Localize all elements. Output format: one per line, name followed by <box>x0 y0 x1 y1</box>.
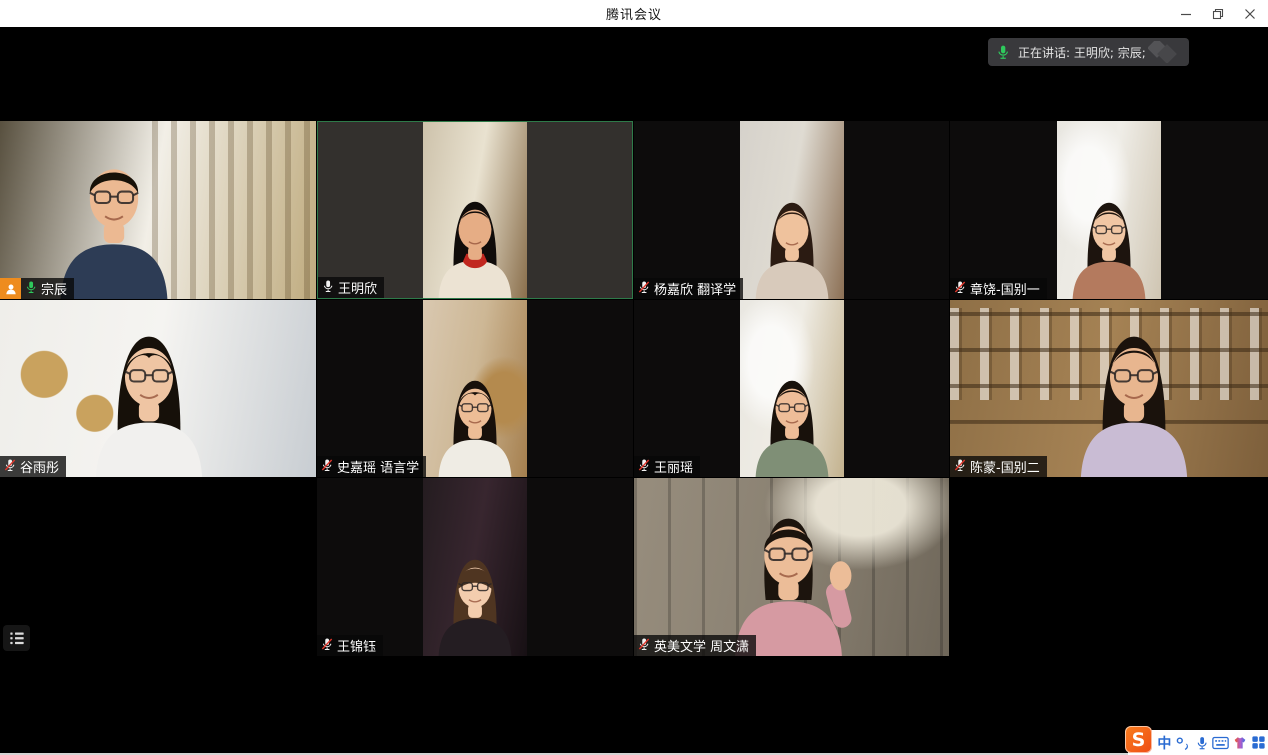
participant-name-label: 谷雨彤 <box>0 456 66 477</box>
participant-labelrow: 英美文学 周文潇 <box>634 635 756 656</box>
participant-video <box>740 121 844 299</box>
chinese-mode-icon: 中 <box>1157 733 1171 753</box>
mic-status-icon <box>637 280 651 298</box>
titlebar: 腾讯会议 <box>0 0 1268 27</box>
mic-status-icon <box>953 280 967 298</box>
participant-video <box>423 478 527 656</box>
participant-name: 章饶-国别一 <box>970 279 1040 298</box>
tencent-meeting-window: { "window": { "title": "腾讯会议" }, "toast"… <box>0 0 1268 755</box>
participant-video <box>423 300 527 477</box>
speaking-toast-text: 正在讲话: 王明欣; 宗辰; <box>1018 44 1146 61</box>
participant-labelrow: 王锦钰 <box>317 635 383 656</box>
participant-video <box>0 121 316 299</box>
participant-name-label: 史嘉瑶 语言学 <box>317 456 426 477</box>
participant-tile[interactable]: 史嘉瑶 语言学 <box>317 300 633 477</box>
participant-tile[interactable]: 宗辰 <box>0 121 316 299</box>
minimize-icon <box>1180 8 1192 20</box>
participant-name-label: 王锦钰 <box>317 635 383 656</box>
ime-language-toggle[interactable]: 中 <box>1155 730 1174 755</box>
mic-status-icon <box>320 637 334 655</box>
participant-tile[interactable]: 王锦钰 <box>317 478 633 656</box>
ime-toolbox[interactable] <box>1249 730 1268 755</box>
ime-punctuation-toggle[interactable] <box>1174 730 1193 755</box>
mic-status-icon <box>637 637 651 655</box>
participant-labelrow: 杨嘉欣 翻译学 <box>634 278 743 299</box>
participant-tile[interactable]: 杨嘉欣 翻译学 <box>634 121 949 299</box>
participant-labelrow: 谷雨彤 <box>0 456 66 477</box>
mic-status-icon <box>320 458 334 476</box>
participant-tile[interactable]: 陈蒙-国别二 <box>950 300 1268 477</box>
participant-name-label: 杨嘉欣 翻译学 <box>634 278 743 299</box>
close-button[interactable] <box>1234 0 1266 27</box>
restore-button[interactable] <box>1202 0 1234 27</box>
ime-keyboard[interactable] <box>1211 730 1230 755</box>
participant-name: 史嘉瑶 语言学 <box>337 457 419 476</box>
member-list-icon <box>9 631 25 646</box>
restore-icon <box>1212 8 1224 20</box>
participant-labelrow: 史嘉瑶 语言学 <box>317 456 426 477</box>
participant-name: 王锦钰 <box>337 636 376 655</box>
keyboard-icon <box>1212 736 1229 750</box>
meeting-stage: 宗辰 王明欣 杨嘉欣 翻译学 章饶-国别 <box>0 27 1268 755</box>
participant-name: 王明欣 <box>338 278 377 297</box>
mic-status-icon <box>24 280 38 298</box>
participant-name: 英美文学 周文潇 <box>654 636 749 655</box>
participant-video <box>634 478 949 656</box>
mic-status-icon <box>953 458 967 476</box>
tshirt-skin-icon <box>1232 735 1248 750</box>
mic-status-icon <box>3 458 17 476</box>
toolbox-grid-icon <box>1251 735 1266 750</box>
speaking-toast: 正在讲话: 王明欣; 宗辰; <box>988 38 1189 66</box>
participant-name: 王丽瑶 <box>654 457 693 476</box>
host-person-icon <box>4 282 18 296</box>
participant-name-label: 王丽瑶 <box>634 456 700 477</box>
participant-name-label: 英美文学 周文潇 <box>634 635 756 656</box>
participant-labelrow: 章饶-国别一 <box>950 278 1047 299</box>
voice-mic-icon <box>1195 735 1209 751</box>
participant-labelrow: 王丽瑶 <box>634 456 700 477</box>
participant-video <box>740 300 844 477</box>
participant-name: 宗辰 <box>41 279 67 298</box>
minimize-button[interactable] <box>1170 0 1202 27</box>
participant-video <box>423 122 527 298</box>
participant-tile[interactable]: 谷雨彤 <box>0 300 316 477</box>
participant-labelrow: 陈蒙-国别二 <box>950 456 1047 477</box>
participant-tile[interactable]: 王丽瑶 <box>634 300 949 477</box>
punctuation-icon <box>1175 735 1191 751</box>
close-icon <box>1244 8 1256 20</box>
participant-labelrow: 宗辰 <box>0 278 74 299</box>
participant-name-label: 王明欣 <box>318 277 384 298</box>
participant-name: 谷雨彤 <box>20 457 59 476</box>
participant-tile[interactable]: 英美文学 周文潇 <box>634 478 949 656</box>
window-title: 腾讯会议 <box>606 4 662 23</box>
participant-video <box>1057 121 1161 299</box>
participant-name-label: 陈蒙-国别二 <box>950 456 1047 477</box>
participant-name: 陈蒙-国别二 <box>970 457 1040 476</box>
window-controls <box>1170 0 1266 27</box>
participant-labelrow: 王明欣 <box>318 277 384 298</box>
ime-skin[interactable] <box>1230 730 1249 755</box>
member-list-button[interactable] <box>3 625 30 651</box>
participant-tile[interactable]: 章饶-国别一 <box>950 121 1268 299</box>
mic-status-icon <box>321 279 335 297</box>
participant-tile[interactable]: 王明欣 <box>317 121 633 299</box>
sogou-ime-toolbar: S 中 <box>1128 730 1268 755</box>
blurred-name-redaction <box>1148 41 1182 63</box>
host-badge <box>0 278 21 299</box>
mic-status-icon <box>637 458 651 476</box>
participant-name-label: 章饶-国别一 <box>950 278 1047 299</box>
speaking-mic-icon <box>988 44 1018 60</box>
ime-voice-input[interactable] <box>1193 730 1212 755</box>
participant-name-label: 宗辰 <box>21 278 74 299</box>
participant-video <box>0 300 316 477</box>
sogou-logo-icon[interactable]: S <box>1125 726 1152 753</box>
participant-video <box>950 300 1268 477</box>
participant-name: 杨嘉欣 翻译学 <box>654 279 736 298</box>
